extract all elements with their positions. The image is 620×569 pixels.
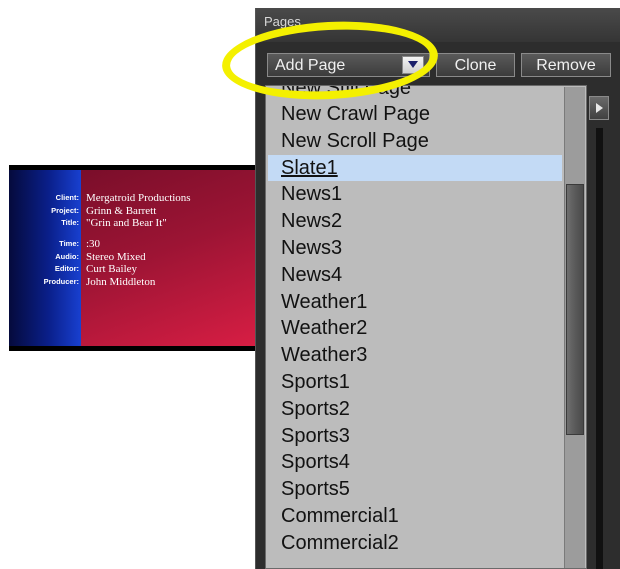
slate-value-project: Grinn & Barrett: [86, 204, 157, 217]
menu-item[interactable]: Sports2: [268, 396, 562, 423]
menu-item[interactable]: News4: [268, 262, 562, 289]
add-page-label: Add Page: [275, 57, 346, 74]
menu-item[interactable]: Weather3: [268, 342, 562, 369]
slate-value-column: Mergatroid Productions Grinn & Barrett "…: [81, 170, 261, 346]
menu-item[interactable]: Sports5: [268, 476, 562, 503]
add-page-menu: New Still Page New Crawl Page New Scroll P…: [265, 85, 587, 569]
menu-item[interactable]: New Scroll Page: [268, 128, 562, 155]
slate-value-audio: Stereo Mixed: [86, 250, 146, 263]
pages-panel-header: Pages: [256, 8, 620, 42]
caret-down-icon[interactable]: [402, 56, 424, 74]
slate-preview: Client: Project: Title: Time: Audio: Edi…: [9, 165, 261, 351]
menu-item[interactable]: News1: [268, 181, 562, 208]
clone-button[interactable]: Clone: [436, 53, 515, 77]
menu-item[interactable]: Sports1: [268, 369, 562, 396]
slate-label-column: Client: Project: Title: Time: Audio: Edi…: [9, 170, 81, 346]
menu-item[interactable]: Slate1: [268, 154, 562, 182]
add-page-dropdown[interactable]: Add Page: [267, 53, 430, 77]
slate-label-time: Time:: [59, 239, 79, 248]
slate-value-time: :30: [86, 238, 101, 250]
slate-label-audio: Audio:: [55, 251, 79, 261]
remove-button[interactable]: Remove: [521, 53, 611, 77]
add-page-menu-items: New Still Page New Crawl Page New Scroll P…: [268, 86, 562, 557]
menu-item[interactable]: Sports4: [268, 449, 562, 476]
slate-label-producer: Producer:: [43, 276, 79, 286]
panel-scroll-channel: [596, 128, 603, 569]
menu-item[interactable]: Weather2: [268, 315, 562, 342]
slate-label-client: Client:: [55, 193, 79, 202]
menu-item[interactable]: Sports3: [268, 423, 562, 450]
menu-scrollbar[interactable]: [564, 87, 585, 568]
menu-item[interactable]: New Still Page: [268, 86, 562, 101]
menu-item[interactable]: Commercial2: [268, 530, 562, 557]
menu-item[interactable]: New Crawl Page: [268, 101, 562, 128]
menu-item[interactable]: News2: [268, 208, 562, 235]
caret-right-icon[interactable]: [589, 96, 609, 120]
slate-value-title: "Grin and Bear It": [86, 217, 167, 229]
pages-panel-title: Pages: [264, 14, 301, 29]
menu-item[interactable]: Weather1: [268, 289, 562, 316]
menu-item[interactable]: News3: [268, 235, 562, 262]
slate-value-editor: Curt Bailey: [86, 263, 138, 275]
slate-value-client: Mergatroid Productions: [86, 192, 191, 204]
slate-label-project: Project:: [51, 205, 79, 215]
menu-item[interactable]: Commercial1: [268, 503, 562, 530]
slate-value-producer: John Middleton: [86, 275, 156, 288]
slate-label-editor: Editor:: [54, 264, 79, 273]
menu-scroll-thumb[interactable]: [566, 184, 584, 435]
slate-label-title: Title:: [61, 218, 79, 227]
